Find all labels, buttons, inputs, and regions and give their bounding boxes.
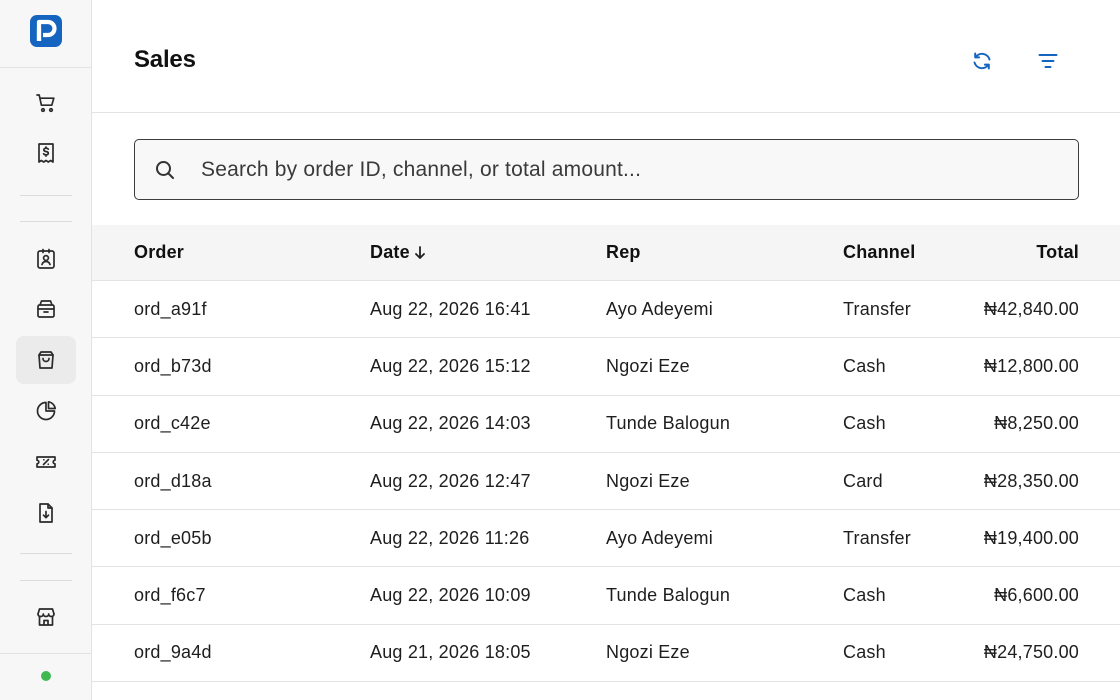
sidebar-item-sales[interactable] xyxy=(16,336,76,384)
sidebar-item-cart[interactable] xyxy=(16,79,76,127)
ticket-icon xyxy=(36,456,56,468)
order-date: Aug 22, 2026 11:26 xyxy=(370,527,530,548)
table-row[interactable]: ord_e05b Aug 22, 2026 11:26 Ayo Adeyemi … xyxy=(92,510,1120,568)
filter-icon xyxy=(1038,54,1058,68)
table-row[interactable]: ord_c42e Aug 22, 2026 14:03 Tunde Balogu… xyxy=(92,395,1120,453)
search-bar xyxy=(134,139,1079,200)
order-total: ₦8,250.00 xyxy=(994,413,1079,434)
order-date: Aug 22, 2026 15:12 xyxy=(370,355,531,376)
box-icon xyxy=(37,300,55,318)
column-header-date[interactable]: Date xyxy=(370,225,427,280)
search-icon xyxy=(153,158,177,182)
sales-rep: Ngozi Eze xyxy=(606,470,690,491)
sidebar-item-contacts[interactable] xyxy=(16,235,76,283)
payment-channel: Cash xyxy=(843,585,886,606)
table-row[interactable]: ord_a91f Aug 22, 2026 16:41 Ayo Adeyemi … xyxy=(92,281,1120,339)
sidebar-item-inventory[interactable] xyxy=(16,285,76,333)
table-row[interactable]: ord_d18a Aug 22, 2026 12:47 Ngozi Eze Ca… xyxy=(92,452,1120,511)
store-icon xyxy=(37,608,55,626)
file-download-icon xyxy=(39,503,53,523)
payment-channel: Cash xyxy=(843,355,886,376)
order-id: ord_c42e xyxy=(134,413,211,434)
table-row[interactable]: ord_f6c7 Aug 22, 2026 10:09 Tunde Balogu… xyxy=(92,567,1120,625)
pie-chart-icon xyxy=(36,400,57,421)
contact-card-icon xyxy=(37,248,55,269)
sidebar-divider xyxy=(0,653,92,654)
order-total: ₦12,800.00 xyxy=(983,355,1079,376)
order-id: ord_e05b xyxy=(134,527,212,548)
sidebar-divider xyxy=(20,221,72,222)
receipt-icon xyxy=(38,143,54,163)
logo-area xyxy=(0,0,91,68)
refresh-icon xyxy=(973,52,991,70)
p-logo-icon[interactable] xyxy=(29,15,62,52)
page-title: Sales xyxy=(134,46,196,73)
sales-rep: Ayo Adeyemi xyxy=(606,298,713,319)
order-id: ord_a91f xyxy=(134,298,207,319)
filter-button[interactable] xyxy=(1031,44,1065,78)
order-total: ₦6,600.00 xyxy=(994,585,1079,606)
sidebar xyxy=(0,0,92,700)
sidebar-item-reports[interactable] xyxy=(16,387,76,435)
sidebar-item-exports[interactable] xyxy=(16,489,76,537)
cart-icon xyxy=(36,94,55,113)
payment-channel: Cash xyxy=(843,413,886,434)
search-input[interactable] xyxy=(201,157,1061,182)
order-date: Aug 22, 2026 14:03 xyxy=(370,413,531,434)
page-header: Sales xyxy=(92,0,1120,113)
payment-channel: Card xyxy=(843,470,883,491)
column-header-rep[interactable]: Rep xyxy=(606,225,641,280)
order-id: ord_f6c7 xyxy=(134,585,206,606)
sidebar-divider xyxy=(20,580,72,581)
sales-rep: Ayo Adeyemi xyxy=(606,527,713,548)
order-date: Aug 22, 2026 12:47 xyxy=(370,470,531,491)
order-date: Aug 22, 2026 16:41 xyxy=(370,298,531,319)
table-row[interactable]: ord_b73d Aug 22, 2026 15:12 Ngozi Eze Ca… xyxy=(92,338,1120,396)
arrow-down-icon xyxy=(413,245,427,261)
online-status-indicator xyxy=(41,671,51,681)
order-id: ord_d18a xyxy=(134,470,212,491)
table-header: Order Date Rep Channel Total xyxy=(92,225,1120,281)
sidebar-divider xyxy=(20,195,72,196)
order-total: ₦42,840.00 xyxy=(983,298,1079,319)
order-total: ₦24,750.00 xyxy=(983,642,1079,663)
order-total: ₦19,400.00 xyxy=(983,527,1079,548)
shopping-bag-icon xyxy=(38,351,54,369)
payment-channel: Transfer xyxy=(843,527,911,548)
payment-channel: Cash xyxy=(843,642,886,663)
order-id: ord_9a4d xyxy=(134,642,212,663)
sales-rep: Ngozi Eze xyxy=(606,642,690,663)
column-header-total[interactable]: Total xyxy=(1036,225,1079,280)
order-total: ₦28,350.00 xyxy=(983,470,1079,491)
refresh-button[interactable] xyxy=(965,44,999,78)
payment-channel: Transfer xyxy=(843,298,911,319)
sales-rep: Tunde Balogun xyxy=(606,413,731,434)
column-header-order[interactable]: Order xyxy=(134,225,184,280)
sidebar-item-store[interactable] xyxy=(16,593,76,641)
order-id: ord_b73d xyxy=(134,355,212,376)
main-content: Sales Order Date xyxy=(92,0,1120,700)
table-row[interactable]: ord_9a4d Aug 21, 2026 18:05 Ngozi Eze Ca… xyxy=(92,624,1120,683)
sales-table: Order Date Rep Channel Total ord_a91f Au… xyxy=(92,225,1120,683)
column-header-date-label: Date xyxy=(370,242,410,262)
order-date: Aug 21, 2026 18:05 xyxy=(370,642,531,663)
column-header-channel[interactable]: Channel xyxy=(843,225,915,280)
sales-rep: Ngozi Eze xyxy=(606,355,690,376)
sales-rep: Tunde Balogun xyxy=(606,585,731,606)
sidebar-divider xyxy=(20,553,72,554)
sidebar-item-discounts[interactable] xyxy=(16,438,76,486)
order-date: Aug 22, 2026 10:09 xyxy=(370,585,531,606)
sidebar-item-receipts[interactable] xyxy=(16,129,76,177)
